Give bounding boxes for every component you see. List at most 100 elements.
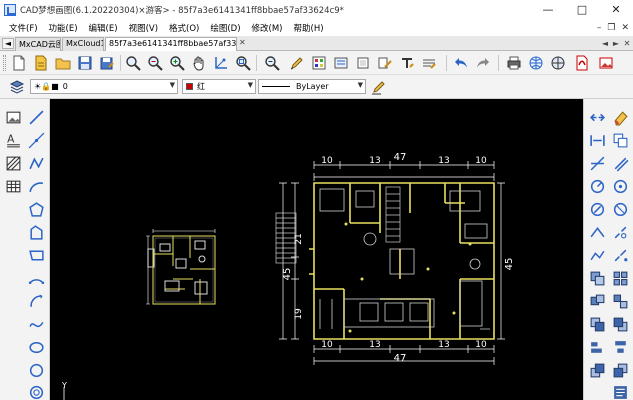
open-folder-icon[interactable] <box>54 54 72 72</box>
toolbar-grip[interactable] <box>3 55 6 71</box>
menu-draw[interactable]: 绘图(D) <box>210 22 240 34</box>
arc-3point-icon[interactable] <box>26 268 46 288</box>
zoom-previous-icon[interactable] <box>146 54 164 72</box>
close-button[interactable]: ✕ <box>599 0 633 19</box>
web-globe-icon[interactable] <box>527 54 545 72</box>
zoom-window-icon[interactable] <box>124 54 142 72</box>
tab-close-icon[interactable]: ✕ <box>239 38 246 47</box>
extend-icon[interactable] <box>587 222 607 242</box>
layers-icon[interactable] <box>8 78 26 96</box>
pencil-icon[interactable] <box>288 54 306 72</box>
table-icon[interactable] <box>3 176 23 196</box>
maximize-button[interactable]: □ <box>565 0 599 19</box>
match-properties-icon[interactable] <box>376 54 394 72</box>
break-icon[interactable] <box>610 222 630 242</box>
pencil-edit-icon[interactable] <box>370 78 388 96</box>
linetype-select[interactable]: ByLayer ▼ <box>258 79 366 94</box>
hatch-icon[interactable] <box>3 153 23 173</box>
polyline-icon[interactable] <box>26 153 46 173</box>
tab-active-drawing[interactable]: 85f7a3e6141341ff8bbae57af33362... <box>105 37 237 51</box>
layer-select[interactable]: ☀🔒■ 0 ▼ <box>30 79 178 94</box>
tab-prev-button[interactable]: ◄ <box>600 38 610 49</box>
array-icon[interactable] <box>610 268 630 288</box>
menu-modify[interactable]: 修改(M) <box>252 22 283 34</box>
properties-panel-icon[interactable] <box>610 382 630 400</box>
eraser-icon[interactable] <box>610 107 630 127</box>
tab-mxcloud1[interactable]: MxCloud1 <box>62 37 104 51</box>
circle-icon[interactable] <box>26 360 46 380</box>
print-icon[interactable] <box>505 54 523 72</box>
draw-order-front-icon[interactable] <box>587 314 607 334</box>
coordinate-icon[interactable] <box>212 54 230 72</box>
drawing-canvas[interactable]: 10 13 47 13 10 10 13 47 13 10 21 45 19 4… <box>50 99 583 400</box>
small-floor-plan[interactable] <box>146 229 216 305</box>
polygon-icon[interactable] <box>26 199 46 219</box>
menu-edit[interactable]: 编辑(E) <box>89 22 118 34</box>
menu-function[interactable]: 功能(E) <box>49 22 78 34</box>
doc-restore-button[interactable]: ❐ <box>607 23 615 33</box>
doc-close-button[interactable]: ✕ <box>621 23 629 33</box>
group-icon[interactable] <box>587 291 607 311</box>
chamfer-icon[interactable] <box>610 199 630 219</box>
dimension-style-icon[interactable] <box>420 54 438 72</box>
pan-hand-icon[interactable] <box>190 54 208 72</box>
open-template-icon[interactable] <box>32 54 50 72</box>
layer-manager-icon[interactable] <box>332 54 350 72</box>
minimize-button[interactable]: — <box>531 0 565 19</box>
ellipse-icon[interactable] <box>26 337 46 357</box>
menu-format[interactable]: 格式(O) <box>169 22 199 34</box>
save-as-icon[interactable] <box>98 54 116 72</box>
menu-file[interactable]: 文件(F) <box>9 22 38 34</box>
save-icon[interactable] <box>76 54 94 72</box>
dim-top-1: 10 <box>321 156 333 166</box>
draw-order-back-icon[interactable] <box>610 314 630 334</box>
spline-icon[interactable] <box>26 314 46 334</box>
align-icon[interactable] <box>587 337 607 357</box>
scale-icon[interactable] <box>587 199 607 219</box>
mirror-arrows-icon[interactable] <box>587 107 607 127</box>
fillet-icon[interactable] <box>610 176 630 196</box>
line-icon[interactable] <box>26 107 46 127</box>
undo-icon[interactable] <box>452 54 470 72</box>
color-select[interactable]: 红 ▼ <box>182 79 256 94</box>
explode-icon[interactable] <box>610 245 630 265</box>
arc-icon[interactable] <box>26 176 46 196</box>
tab-mxcad-cloud[interactable]: MxCAD云图 <box>15 37 61 51</box>
stretch-icon[interactable] <box>587 130 607 150</box>
zoom-out-icon[interactable] <box>263 54 281 72</box>
tab-next-button[interactable]: ► <box>611 38 621 49</box>
tab-scroll-left-button[interactable]: ◄ <box>2 38 14 49</box>
block-icon[interactable] <box>354 54 372 72</box>
pdf-export-icon[interactable] <box>573 54 591 72</box>
ungroup-icon[interactable] <box>610 291 630 311</box>
zoom-in-icon[interactable] <box>168 54 186 72</box>
rectangle-icon[interactable] <box>26 245 46 265</box>
globe-export-icon[interactable] <box>549 54 567 72</box>
tab-close-all-button[interactable]: ✕ <box>622 38 632 49</box>
main-floor-plan[interactable]: 10 13 47 13 10 10 13 47 13 10 21 45 19 4… <box>275 152 515 365</box>
text-style-icon[interactable] <box>398 54 416 72</box>
arc-arrow-icon[interactable] <box>26 291 46 311</box>
trim-icon[interactable] <box>587 153 607 173</box>
offset-icon[interactable] <box>610 153 630 173</box>
distribute-icon[interactable] <box>610 337 630 357</box>
join-icon[interactable] <box>587 245 607 265</box>
xline-icon[interactable] <box>26 130 46 150</box>
rotate-icon[interactable] <box>587 176 607 196</box>
image-insert-icon[interactable] <box>3 107 23 127</box>
move-blocks-icon[interactable] <box>587 268 607 288</box>
send-under-icon[interactable] <box>610 360 630 380</box>
image-export-icon[interactable] <box>597 54 615 72</box>
copy-icon[interactable] <box>610 130 630 150</box>
properties-icon[interactable] <box>310 54 328 72</box>
doc-minimize-button[interactable]: – <box>597 23 602 33</box>
menu-view[interactable]: 视图(V) <box>129 22 158 34</box>
menu-help[interactable]: 帮助(H) <box>294 22 324 34</box>
donut-icon[interactable] <box>26 382 46 400</box>
bring-above-icon[interactable] <box>587 360 607 380</box>
mtext-icon[interactable]: A <box>3 130 23 150</box>
new-file-icon[interactable] <box>10 54 28 72</box>
zoom-extents-icon[interactable] <box>234 54 252 72</box>
redo-icon[interactable] <box>474 54 492 72</box>
irregular-shape-icon[interactable] <box>26 222 46 242</box>
